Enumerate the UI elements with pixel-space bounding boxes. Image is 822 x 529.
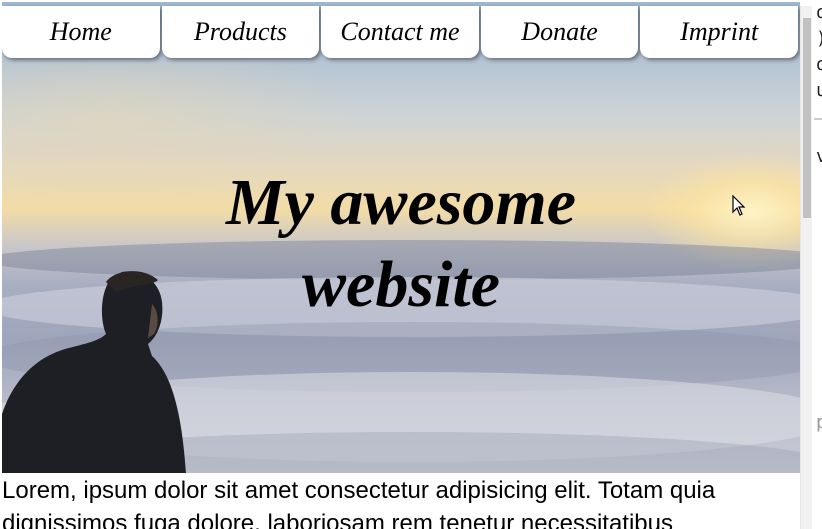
lorem-paragraph: Lorem, ipsum dolor sit amet consectetur … <box>2 477 716 529</box>
mouse-cursor-icon <box>732 195 746 216</box>
nav-home[interactable]: Home <box>2 6 160 58</box>
hero-title-line2: website <box>302 248 500 321</box>
peek-text: u <box>816 80 822 101</box>
peek-text: p <box>816 412 822 433</box>
divider <box>814 118 822 120</box>
nav-contact[interactable]: Contact me <box>321 6 479 58</box>
hero-title: My awesome website <box>2 162 800 326</box>
main-nav: Home Products Contact me Donate Imprint <box>2 6 800 60</box>
nav-donate[interactable]: Donate <box>480 6 639 58</box>
peek-text: v <box>816 146 822 167</box>
peek-text: o <box>816 54 822 75</box>
peek-text: ) <box>816 26 822 52</box>
scrollbar-thumb[interactable] <box>803 18 811 218</box>
adjacent-window-peek: o ) o u v p <box>812 0 822 529</box>
peek-text: o <box>816 2 822 23</box>
nav-imprint[interactable]: Imprint <box>640 6 798 58</box>
hero-banner: My awesome website <box>2 2 800 473</box>
hero-title-line1: My awesome <box>225 166 577 239</box>
browser-viewport: My awesome website Home Products Contact… <box>2 2 800 529</box>
nav-products[interactable]: Products <box>161 6 320 58</box>
